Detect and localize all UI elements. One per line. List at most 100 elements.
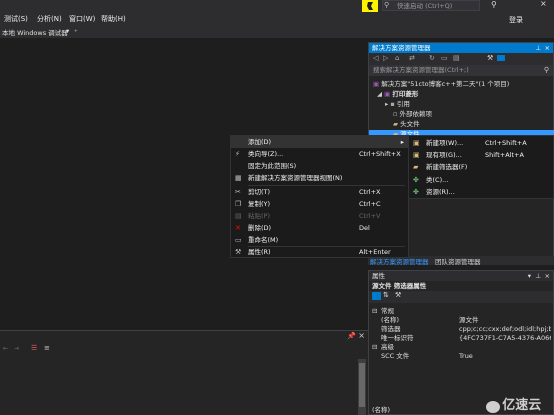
existing-item-icon: ▣ [413,151,420,159]
wrap-icon[interactable]: ≡ [44,344,50,352]
wrench-icon[interactable]: ⚒ [487,54,493,62]
solution-explorer-toolbar: ◁ ▷ ⌂ ⇄ ↻ ▭ ▤ ⚒ [369,53,553,65]
menu-item-label: 资源(R)... [426,188,455,196]
menu-item-label: 类(C)... [426,176,449,184]
menu-item-cut[interactable]: ✂ 剪切(T) Ctrl+X [231,186,408,198]
search-icon[interactable]: ⚲ [544,66,549,74]
filter-folder-icon: ▰ [393,120,398,128]
property-value[interactable]: {4FC737F1-C7A5-4376-A066-2 [459,334,551,343]
menu-item-delete[interactable]: ✕ 删除(D) Del [231,222,408,234]
close-icon[interactable]: × [358,331,365,340]
forward-icon[interactable]: ▷ [383,54,388,62]
property-row[interactable]: 唯一标识符 {4FC737F1-C7A5-4376-A066-2 [369,334,551,343]
property-value[interactable]: cpp;c;cc;cxx;def;odl;idl;hpj;bat [459,325,551,334]
menubar: 测试(S) 分析(N) 窗口(W) 帮助(H) [0,0,360,26]
menu-item-resource[interactable]: ✤ 资源(R)... [409,186,553,198]
menu-item-shortcut: Ctrl+C [359,200,381,208]
chevron-down-icon[interactable]: ▾ [528,271,531,281]
menu-item-existing-item[interactable]: ▣ 现有项(G)... Shift+Alt+A [409,149,553,161]
next-icon[interactable]: ⇥ [14,345,19,352]
notification-flag-icon[interactable] [362,0,378,12]
menu-test[interactable]: 测试(S) [4,14,28,24]
menu-item-shortcut: Del [359,224,370,232]
quick-launch-input[interactable]: 快速启动 (Ctrl+Q) [382,0,480,11]
expander-icon[interactable]: ◢ [377,90,382,98]
tree-references[interactable]: ▸ ▪ 引用 [385,100,410,109]
back-icon[interactable]: ◁ [373,54,378,62]
property-value[interactable]: 源文件 [459,316,479,325]
collapse-icon[interactable]: ⊟ [372,307,377,316]
categorized-icon[interactable] [372,292,381,300]
scrollbar-thumb[interactable] [359,363,365,407]
alphabetical-icon[interactable]: ⇅ [383,291,389,299]
menu-item-scope-to-this[interactable]: 固定为此范围(S) [231,160,408,172]
property-row[interactable]: SCC 文件 True [369,352,551,361]
pin-icon[interactable]: 📌 [347,332,356,340]
menu-item-copy[interactable]: ❐ 复制(Y) Ctrl+C [231,198,408,210]
menu-window[interactable]: 窗口(W) [69,14,95,24]
menu-item-new-view[interactable]: ▦ 新建解决方案资源管理器视图(N) [231,172,408,184]
copy-icon: ❐ [235,200,242,208]
show-all-icon[interactable]: ▤ [453,54,460,62]
menu-help[interactable]: 帮助(H) [101,14,126,24]
tree-external-deps[interactable]: ▫ 外部依赖项 [393,110,432,119]
close-icon[interactable]: × [540,0,547,8]
pin-icon[interactable]: ⊥ [535,43,541,53]
menu-item-class-wizard[interactable]: ⚡ 类向导(Z)... Ctrl+Shift+X [231,148,408,160]
menu-item-add[interactable]: 添加(D) ▸ [231,136,408,148]
property-value[interactable]: True [459,352,473,361]
prev-icon[interactable]: ⇤ [3,345,8,352]
scrollbar[interactable] [358,359,366,415]
watermark-text: 亿速云 [502,398,542,413]
menu-item-label: 复制(Y) [248,200,271,208]
debugger-selector[interactable]: 本地 Windows 调试器 [2,27,68,37]
folder-icon: ▫ [393,110,398,118]
solution-explorer-title-text: 解决方案资源管理器 [372,44,431,52]
menu-item-shortcut: Ctrl+Shift+A [485,139,527,147]
property-row[interactable]: 筛选器 cpp;c;cc;cxx;def;odl;idl;hpj;bat [369,325,551,334]
collapse-icon[interactable]: ⊟ [372,343,377,352]
group-advanced[interactable]: ⊟ 高级 [369,343,551,352]
clear-icon[interactable]: ☰ [31,344,37,352]
group-general[interactable]: ⊟ 常规 [369,307,551,316]
menu-analyze[interactable]: 分析(N) [37,14,62,24]
menu-item-label: 现有项(G)... [426,151,462,159]
collapse-icon[interactable]: ▭ [441,54,448,62]
tree-label: 头文件 [400,120,420,128]
output-toolbar: ⇤ ⇥ ☰ ≡ [0,343,360,355]
menu-item-shortcut: Ctrl+X [359,188,381,196]
refresh-icon[interactable]: ↻ [429,54,435,62]
properties-title-text: 属性 [372,272,385,280]
menu-item-label: 新建项(W)... [426,139,464,147]
preview-toggle-icon[interactable] [497,55,505,61]
close-icon[interactable]: × [545,43,550,53]
tab-team-explorer[interactable]: 团队资源管理器 [435,256,481,266]
menu-item-shortcut: Ctrl+Shift+X [359,150,401,158]
tree-label: 打印菱形 [392,90,419,98]
tree-solution[interactable]: ▣ 解决方案"51cto博客c++第二天"(1 个项目) [373,80,509,89]
menu-item-class[interactable]: ✤ 类(C)... [409,174,553,186]
tree-project[interactable]: ◢ ▣ 打印菱形 [377,90,418,99]
solution-search-input[interactable]: 搜索解决方案资源管理器(Ctrl+;) [369,65,553,76]
menu-item-label: 新建解决方案资源管理器视图(N) [248,174,343,182]
login-link[interactable]: 登录 [509,15,523,25]
property-name: 唯一标识符 [381,334,414,342]
sync-icon[interactable]: ⇄ [409,54,415,62]
menu-item-new-item[interactable]: ▣ 新建项(W)... Ctrl+Shift+A [409,137,553,149]
pin-icon[interactable]: ⊥ [535,271,541,281]
menu-item-rename[interactable]: ▭ 重命名(M) [231,234,408,246]
solution-icon: ▣ [373,80,380,88]
wrench-icon[interactable]: ⚒ [395,291,401,299]
menu-item-new-filter[interactable]: ▰ 新建筛选器(F) [409,161,553,173]
tree-header-files[interactable]: ▰ 头文件 [393,120,420,129]
property-name: 筛选器 [381,325,401,333]
pin-icon[interactable]: ₊ [74,26,78,34]
property-row[interactable]: (名称) 源文件 [369,316,551,325]
expander-icon[interactable]: ▸ [385,100,388,108]
search-button-icon[interactable]: ⚲ [491,0,497,9]
close-icon[interactable]: × [545,271,550,281]
home-icon[interactable]: ⌂ [395,54,399,62]
chevron-down-icon[interactable]: ▾ [66,27,69,35]
menu-item-properties[interactable]: ⚒ 属性(R) Alt+Enter [231,246,408,258]
properties-object[interactable]: 源文件 筛选器属性 [369,281,553,291]
